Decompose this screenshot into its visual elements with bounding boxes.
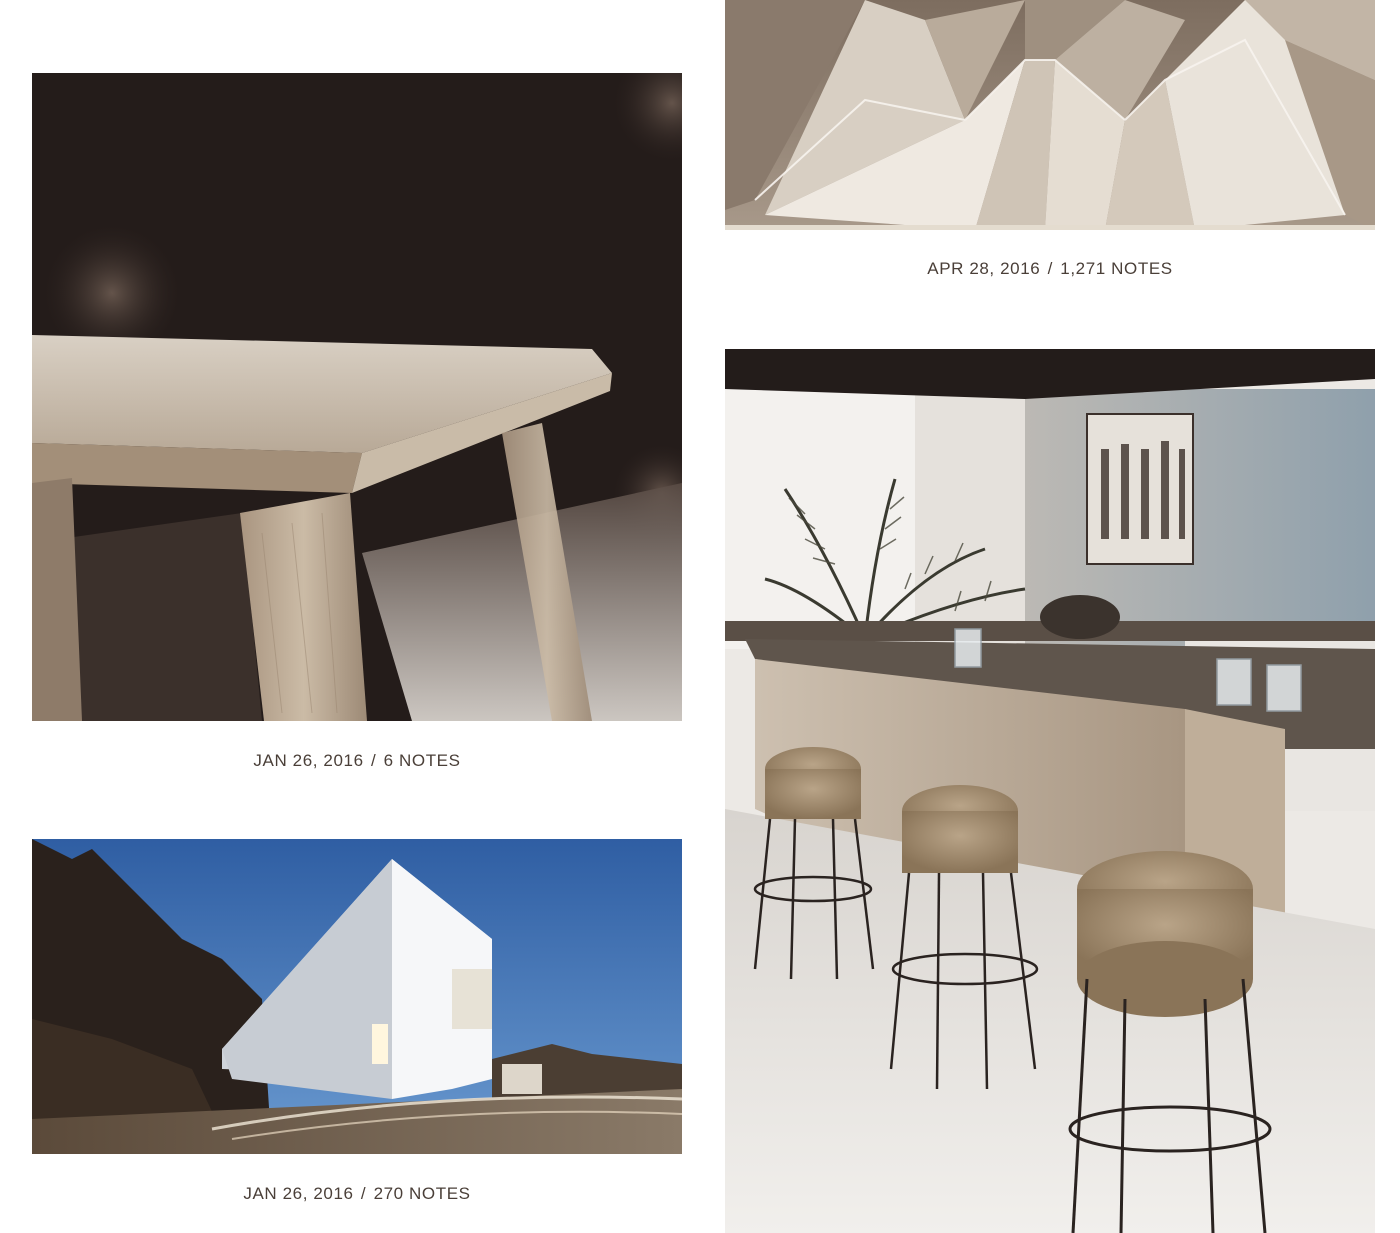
kitchen-image — [725, 349, 1375, 1233]
post-meta-table: JAN 26, 2016 / 6 NOTES — [32, 751, 682, 771]
photo-table[interactable] — [32, 73, 682, 721]
clipped-caption — [270, 0, 490, 4]
post-date-link[interactable]: JAN 26, 2016 — [253, 751, 363, 770]
meta-separator: / — [370, 751, 377, 770]
tumblr-photo-grid: JAN 26, 2016 / 6 NOTES JAN 26, 2016 / 27… — [0, 0, 1400, 1233]
photo-origami-lamp[interactable] — [725, 0, 1375, 230]
post-notes-link[interactable]: 270 NOTES — [374, 1184, 471, 1203]
post-date-link[interactable]: JAN 26, 2016 — [243, 1184, 353, 1203]
meta-separator: / — [360, 1184, 367, 1203]
post-meta-house: JAN 26, 2016 / 270 NOTES — [32, 1184, 682, 1204]
post-date-link[interactable]: APR 28, 2016 — [927, 259, 1040, 278]
post-meta-origami: APR 28, 2016 / 1,271 NOTES — [725, 259, 1375, 279]
origami-image — [725, 0, 1375, 230]
photo-kitchen-stools[interactable] — [725, 349, 1375, 1233]
meta-separator: / — [1047, 259, 1053, 278]
post-notes-link[interactable]: 1,271 NOTES — [1060, 259, 1172, 278]
photo-house[interactable] — [32, 839, 682, 1154]
post-notes-link[interactable]: 6 NOTES — [384, 751, 461, 770]
table-image — [32, 73, 682, 721]
house-image — [32, 839, 682, 1154]
